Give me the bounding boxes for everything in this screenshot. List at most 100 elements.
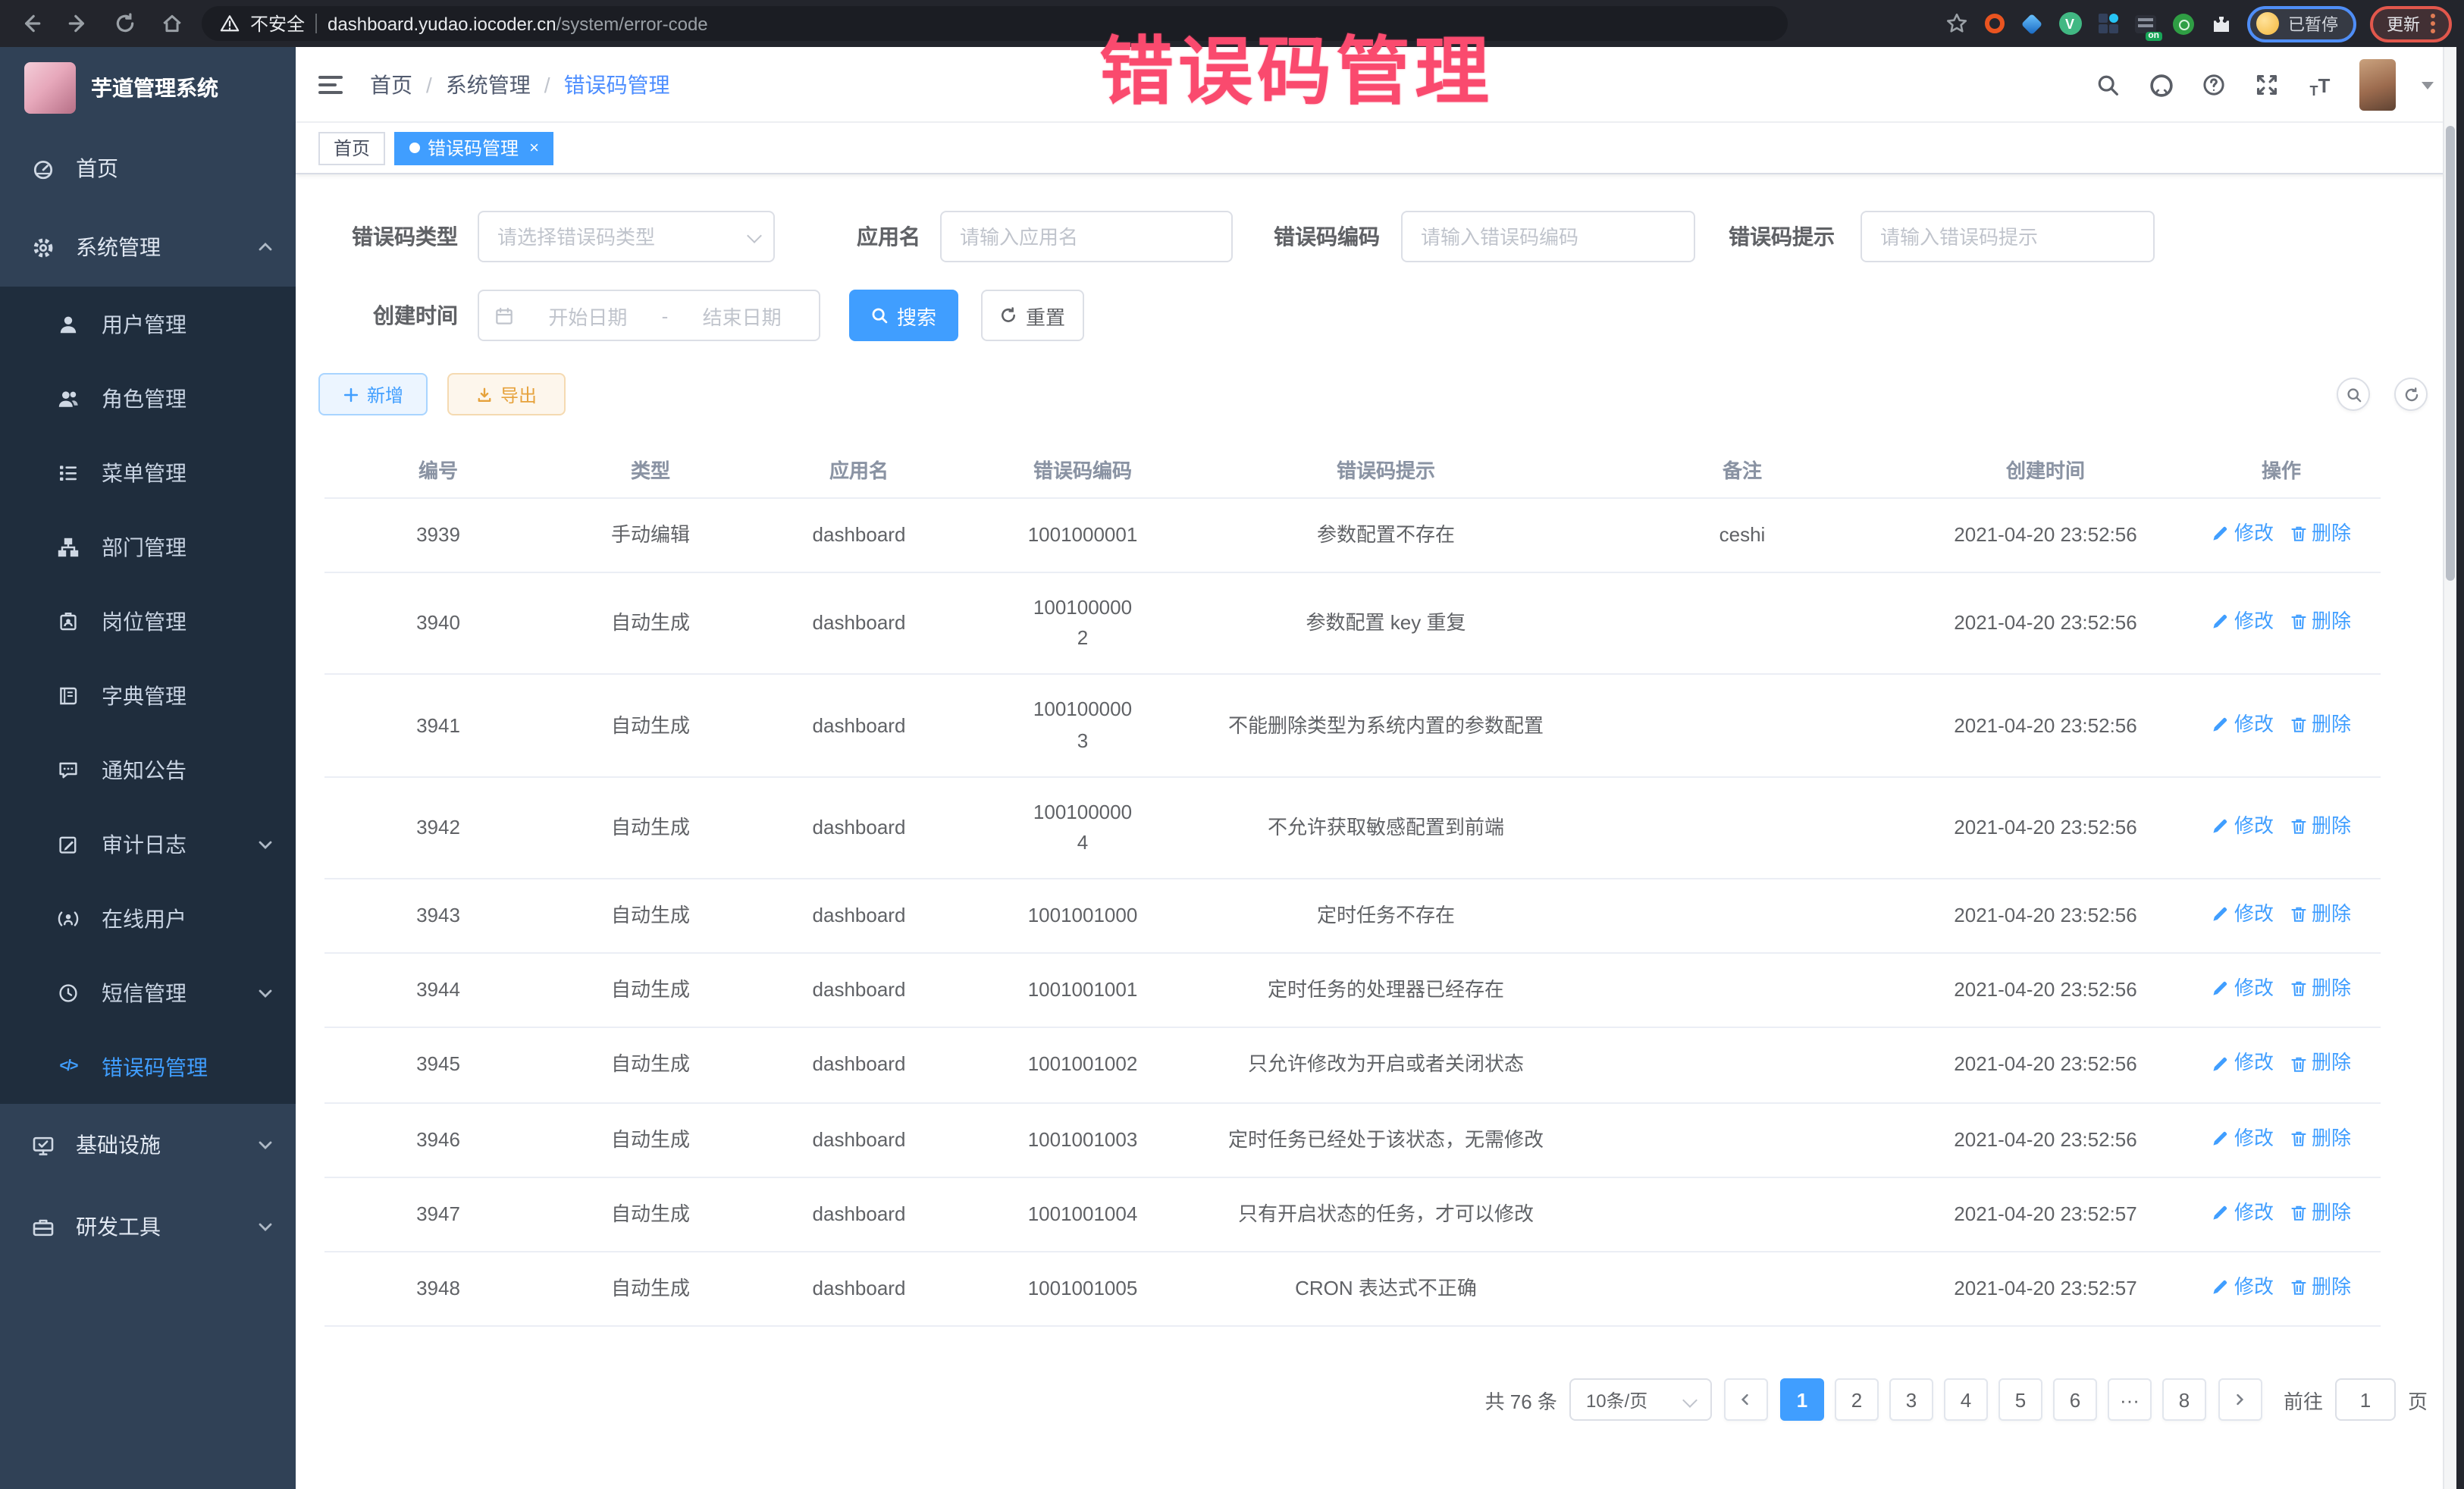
edit-link[interactable]: 修改 [2212, 1272, 2274, 1302]
reset-button[interactable]: 重置 [981, 290, 1084, 341]
page-ellipsis[interactable]: ··· [2108, 1378, 2152, 1421]
cell-app: dashboard [749, 675, 969, 777]
edit-link[interactable]: 修改 [2212, 607, 2274, 637]
cell-time: 2021-04-20 23:52:56 [1909, 1102, 2182, 1177]
edit-link[interactable]: 修改 [2212, 811, 2274, 842]
delete-link[interactable]: 删除 [2289, 519, 2351, 549]
sidebar-item-notices[interactable]: 通知公告 [0, 732, 296, 807]
page-button-8[interactable]: 8 [2162, 1378, 2206, 1421]
delete-link[interactable]: 删除 [2289, 1123, 2351, 1153]
github-icon[interactable] [2147, 71, 2174, 99]
tab-close-icon[interactable]: × [529, 139, 539, 157]
delete-link[interactable]: 删除 [2289, 974, 2351, 1005]
extension-grid-icon[interactable] [2096, 11, 2120, 36]
extension-gem-icon[interactable] [2020, 11, 2044, 36]
prev-page-button[interactable] [1724, 1378, 1768, 1421]
sidebar-item-roles[interactable]: 角色管理 [0, 361, 296, 435]
page-button-2[interactable]: 2 [1835, 1378, 1879, 1421]
search-icon[interactable] [2094, 71, 2121, 99]
extension-puzzle-icon[interactable] [2209, 11, 2234, 36]
breadcrumb-system[interactable]: 系统管理 [446, 69, 531, 99]
sidebar-item-system[interactable]: 系统管理 [0, 208, 296, 287]
extension-orange-icon[interactable] [1982, 11, 2006, 36]
search-button[interactable]: 搜索 [849, 290, 958, 341]
delete-link[interactable]: 删除 [2289, 1049, 2351, 1079]
hamburger-icon[interactable] [318, 75, 343, 93]
page-button-5[interactable]: 5 [1998, 1378, 2042, 1421]
browser-profile-chip[interactable]: 已暂停 [2247, 5, 2356, 42]
next-page-button[interactable] [2218, 1378, 2262, 1421]
chevron-down-icon [256, 1136, 274, 1154]
tab-label: 错误码管理 [428, 135, 519, 161]
forward-icon[interactable] [65, 11, 89, 36]
edit-link[interactable]: 修改 [2212, 1123, 2274, 1153]
breadcrumb-home[interactable]: 首页 [370, 69, 412, 99]
end-date-placeholder[interactable]: 结束日期 [680, 301, 804, 330]
page-button-1[interactable]: 1 [1780, 1378, 1824, 1421]
sidebar-item-dev-tools[interactable]: 研发工具 [0, 1186, 296, 1268]
cell-operations: 修改删除 [2182, 675, 2381, 777]
delete-link[interactable]: 删除 [2289, 709, 2351, 739]
delete-link[interactable]: 删除 [2289, 899, 2351, 929]
tab-error-code[interactable]: 错误码管理 × [394, 131, 554, 165]
edit-link[interactable]: 修改 [2212, 974, 2274, 1005]
sidebar-item-online-users[interactable]: 在线用户 [0, 881, 296, 955]
sidebar-item-audit-log[interactable]: 审计日志 [0, 807, 296, 881]
goto-page-input[interactable] [2335, 1378, 2396, 1421]
page-button-4[interactable]: 4 [1944, 1378, 1988, 1421]
page-button-3[interactable]: 3 [1889, 1378, 1933, 1421]
sidebar-item-label: 系统管理 [76, 232, 161, 262]
date-range-picker[interactable]: 开始日期 - 结束日期 [478, 290, 820, 341]
scrollbar-thumb[interactable] [2446, 126, 2455, 581]
edit-link[interactable]: 修改 [2212, 709, 2274, 739]
delete-link[interactable]: 删除 [2289, 1272, 2351, 1302]
sidebar-item-dictionary[interactable]: 字典管理 [0, 658, 296, 732]
page-scrollbar[interactable] [2443, 47, 2456, 1489]
error-code-input[interactable] [1401, 211, 1695, 262]
start-date-placeholder[interactable]: 开始日期 [526, 301, 650, 330]
edit-link[interactable]: 修改 [2212, 519, 2274, 549]
sidebar-item-home[interactable]: 首页 [0, 129, 296, 208]
page-size-select[interactable]: 10条/页 [1569, 1378, 1712, 1421]
help-icon[interactable] [2200, 71, 2227, 99]
bookmark-star-icon[interactable] [1944, 11, 1968, 36]
avatar-caret-icon[interactable] [2422, 81, 2434, 89]
error-msg-input[interactable] [1861, 211, 2155, 262]
refresh-icon-button[interactable] [2394, 378, 2428, 411]
url-text[interactable]: dashboard.yudao.iocoder.cn/system/error-… [328, 13, 708, 34]
export-button[interactable]: 导出 [447, 373, 566, 415]
extension-switch-icon[interactable]: on [2133, 11, 2158, 36]
sidebar-item-menus[interactable]: 菜单管理 [0, 435, 296, 509]
font-size-icon[interactable]: TT [2306, 71, 2334, 99]
browser-menu-icon[interactable] [2431, 14, 2435, 33]
address-bar[interactable]: 不安全 dashboard.yudao.iocoder.cn/system/er… [202, 6, 1788, 41]
reload-icon[interactable] [112, 11, 136, 36]
delete-link[interactable]: 删除 [2289, 607, 2351, 637]
back-icon[interactable] [18, 11, 42, 36]
delete-link[interactable]: 删除 [2289, 1198, 2351, 1228]
edit-link[interactable]: 修改 [2212, 1198, 2274, 1228]
add-button[interactable]: 新增 [318, 373, 428, 415]
cell-msg: 只允许修改为开启或者关闭状态 [1196, 1028, 1575, 1102]
user-avatar[interactable] [2359, 59, 2396, 111]
page-button-6[interactable]: 6 [2053, 1378, 2097, 1421]
error-type-select[interactable] [478, 211, 775, 262]
sidebar-item-error-code[interactable]: </> 错误码管理 [0, 1030, 296, 1104]
edit-link[interactable]: 修改 [2212, 899, 2274, 929]
delete-link[interactable]: 删除 [2289, 811, 2351, 842]
extension-vue-icon[interactable]: V [2058, 11, 2082, 36]
extension-key-icon[interactable] [2171, 11, 2196, 36]
tab-home[interactable]: 首页 [318, 131, 385, 165]
sidebar-item-posts[interactable]: 岗位管理 [0, 584, 296, 658]
app-name-input[interactable] [940, 211, 1233, 262]
sidebar-item-infrastructure[interactable]: 基础设施 [0, 1104, 296, 1186]
fullscreen-icon[interactable] [2253, 71, 2281, 99]
sidebar-item-users[interactable]: 用户管理 [0, 287, 296, 361]
home-icon[interactable] [159, 11, 183, 36]
security-label[interactable]: 不安全 [250, 11, 305, 36]
sidebar-item-sms[interactable]: 短信管理 [0, 955, 296, 1030]
toggle-search-icon-button[interactable] [2337, 378, 2370, 411]
edit-link[interactable]: 修改 [2212, 1049, 2274, 1079]
browser-update-button[interactable]: 更新 [2370, 5, 2452, 42]
sidebar-item-departments[interactable]: 部门管理 [0, 509, 296, 584]
